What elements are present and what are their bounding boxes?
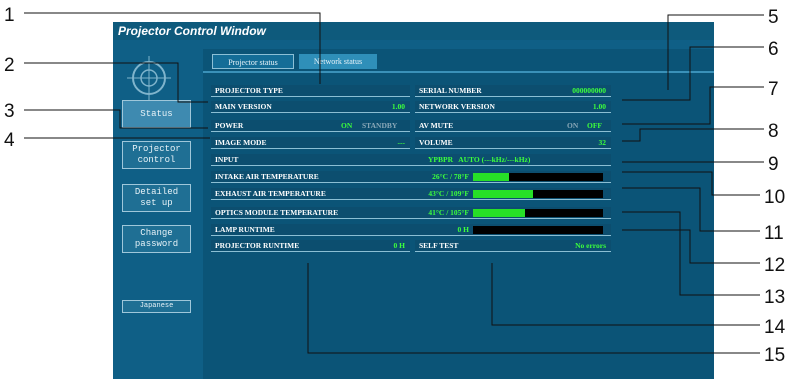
leader-10 bbox=[622, 171, 760, 196]
leader-5 bbox=[667, 14, 764, 90]
leader-3 bbox=[24, 109, 208, 129]
leader-11 bbox=[622, 187, 760, 232]
leader-2 bbox=[24, 62, 208, 103]
leader-12 bbox=[622, 229, 760, 264]
callout-leaders bbox=[24, 12, 764, 354]
leader-1 bbox=[24, 12, 321, 84]
leader-8 bbox=[622, 128, 764, 142]
leader-15 bbox=[307, 263, 760, 354]
leader-6 bbox=[622, 46, 764, 101]
leader-7 bbox=[622, 86, 764, 125]
leader-14 bbox=[491, 263, 760, 326]
leader-13 bbox=[622, 211, 760, 296]
